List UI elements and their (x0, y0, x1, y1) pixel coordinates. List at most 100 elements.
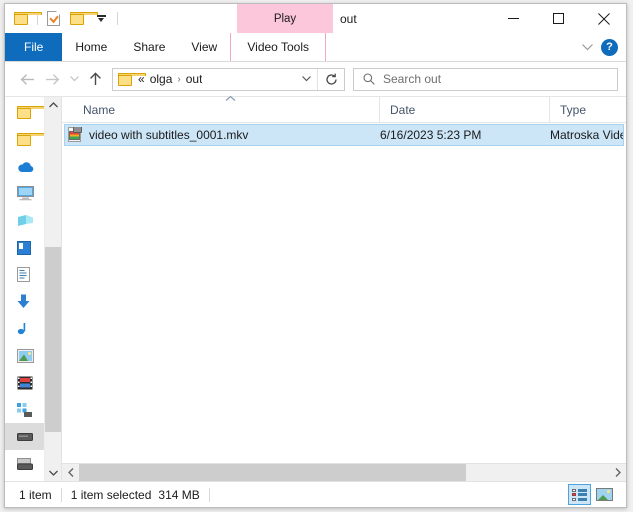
minimize-icon[interactable] (491, 4, 536, 33)
file-type-cell: Matroska Video F (550, 128, 623, 142)
up-button[interactable] (83, 67, 108, 91)
folder-yellow-icon (17, 133, 45, 146)
details-view-button[interactable] (568, 484, 591, 505)
refresh-icon[interactable] (318, 68, 344, 91)
sidebar-item-this-pc[interactable] (5, 180, 45, 207)
window-controls (491, 4, 626, 33)
recent-locations-button[interactable] (65, 67, 83, 91)
chevron-up-icon[interactable] (45, 97, 61, 113)
contextual-tab-header: Play (237, 4, 333, 33)
column-header-name[interactable]: Name (62, 94, 379, 122)
status-bar: 1 item 1 item selected 314 MB (5, 481, 626, 507)
search-box[interactable] (353, 67, 618, 91)
sidebar-item-downloads[interactable] (5, 288, 45, 315)
sidebar-item-documents[interactable] (5, 261, 45, 288)
help-icon[interactable]: ? (601, 38, 618, 56)
close-icon[interactable] (581, 4, 626, 33)
ribbon-right-controls: ? (579, 33, 622, 61)
status-size: 314 MB (158, 487, 200, 502)
window-title: out (340, 11, 357, 26)
column-header-date[interactable]: Date (379, 97, 549, 122)
column-header-name-label: Name (83, 102, 116, 117)
desktop-folder-icon (17, 240, 31, 255)
navigation-pane (5, 97, 62, 481)
address-bar: « olga › out (5, 62, 626, 96)
explorer-window: Play out File Home Share View Video Tool… (4, 3, 627, 508)
explorer-content: Name Date Type video with subtitles_0001… (5, 94, 626, 481)
cloud-icon (18, 161, 34, 172)
new-folder-icon[interactable] (67, 8, 98, 29)
view-buttons (568, 484, 622, 505)
network-icon (18, 214, 33, 226)
navigation-items (5, 97, 45, 481)
sidebar-item-videos[interactable] (5, 369, 45, 396)
breadcrumb[interactable]: « olga › out (112, 67, 345, 91)
sidebar-item-music[interactable] (5, 315, 45, 342)
hscroll-thumb[interactable] (79, 464, 466, 481)
properties-icon[interactable] (43, 8, 64, 29)
forward-button[interactable] (40, 67, 65, 91)
file-name-label: video with subtitles_0001.mkv (89, 128, 249, 142)
sidebar-item-local-disk[interactable] (5, 423, 45, 450)
nav-scroll-thumb[interactable] (45, 247, 61, 432)
large-icons-view-button[interactable] (593, 484, 616, 505)
file-date-cell: 6/16/2023 5:23 PM (380, 128, 482, 142)
drive-icon (17, 457, 33, 470)
maximize-icon[interactable] (536, 4, 581, 33)
status-selection: 1 item selected (70, 487, 152, 502)
sidebar-item-desktop[interactable] (5, 234, 45, 261)
large-icons-view-icon (596, 488, 613, 501)
sidebar-item-second-drive[interactable] (5, 450, 45, 477)
apps-icon (17, 402, 32, 417)
status-item-count: 1 item (19, 487, 52, 502)
folder-icon[interactable] (11, 8, 42, 29)
hscroll-track[interactable] (79, 464, 609, 481)
chevron-left-icon[interactable] (62, 464, 79, 481)
breadcrumb-dropdown-icon[interactable] (295, 76, 317, 82)
column-headers: Name Date Type (62, 94, 626, 123)
file-name-cell: video with subtitles_0001.mkv (65, 127, 380, 143)
file-explorer-screenshot: Play out File Home Share View Video Tool… (0, 0, 633, 512)
status-divider (60, 487, 62, 502)
chevron-right-icon[interactable] (609, 464, 626, 481)
chevron-down-icon[interactable] (45, 465, 61, 481)
sidebar-item-onedrive[interactable] (5, 153, 45, 180)
tab-share[interactable]: Share (120, 33, 178, 61)
breadcrumb-separator: › (177, 73, 181, 85)
tab-home[interactable]: Home (62, 33, 120, 61)
tab-file[interactable]: File (5, 33, 63, 61)
quick-access-toolbar (11, 4, 120, 33)
ribbon-tabs: File Home Share View Video Tools ? (5, 33, 626, 62)
nav-pane-scrollbar[interactable] (44, 97, 61, 481)
sidebar-item-quick-access[interactable] (5, 99, 45, 126)
details-view-icon (572, 488, 587, 501)
table-row[interactable]: video with subtitles_0001.mkv 6/16/2023 … (64, 124, 624, 146)
document-icon (17, 267, 30, 282)
sidebar-item-pictures[interactable] (5, 342, 45, 369)
breadcrumb-folder-icon (118, 72, 146, 86)
chevron-down-icon[interactable] (579, 39, 595, 55)
film-icon (17, 376, 33, 389)
search-input[interactable] (383, 72, 563, 86)
sidebar-item-apps[interactable] (5, 396, 45, 423)
tab-video-tools[interactable]: Video Tools (230, 33, 327, 61)
status-divider-2 (208, 487, 210, 502)
sidebar-item-network-shortcut[interactable] (5, 207, 45, 234)
horizontal-scrollbar[interactable] (62, 463, 626, 481)
music-icon (17, 323, 26, 335)
caret-up-icon (225, 94, 236, 105)
column-header-type[interactable]: Type (549, 97, 626, 122)
download-icon (17, 294, 30, 308)
mkv-video-file-icon (67, 127, 83, 143)
tab-view[interactable]: View (178, 33, 230, 61)
file-rows: video with subtitles_0001.mkv 6/16/2023 … (62, 123, 626, 463)
file-list-pane: Name Date Type video with subtitles_0001… (62, 94, 626, 481)
breadcrumb-item-out[interactable]: out (186, 72, 203, 86)
drive-icon (17, 433, 33, 441)
sidebar-item-pinned-folder[interactable] (5, 126, 45, 153)
pictures-icon (17, 348, 34, 363)
back-button[interactable] (15, 67, 40, 91)
search-icon (363, 73, 375, 85)
sidebar-item-removable-drive[interactable] (5, 477, 45, 481)
breadcrumb-item-olga[interactable]: olga (150, 72, 173, 86)
